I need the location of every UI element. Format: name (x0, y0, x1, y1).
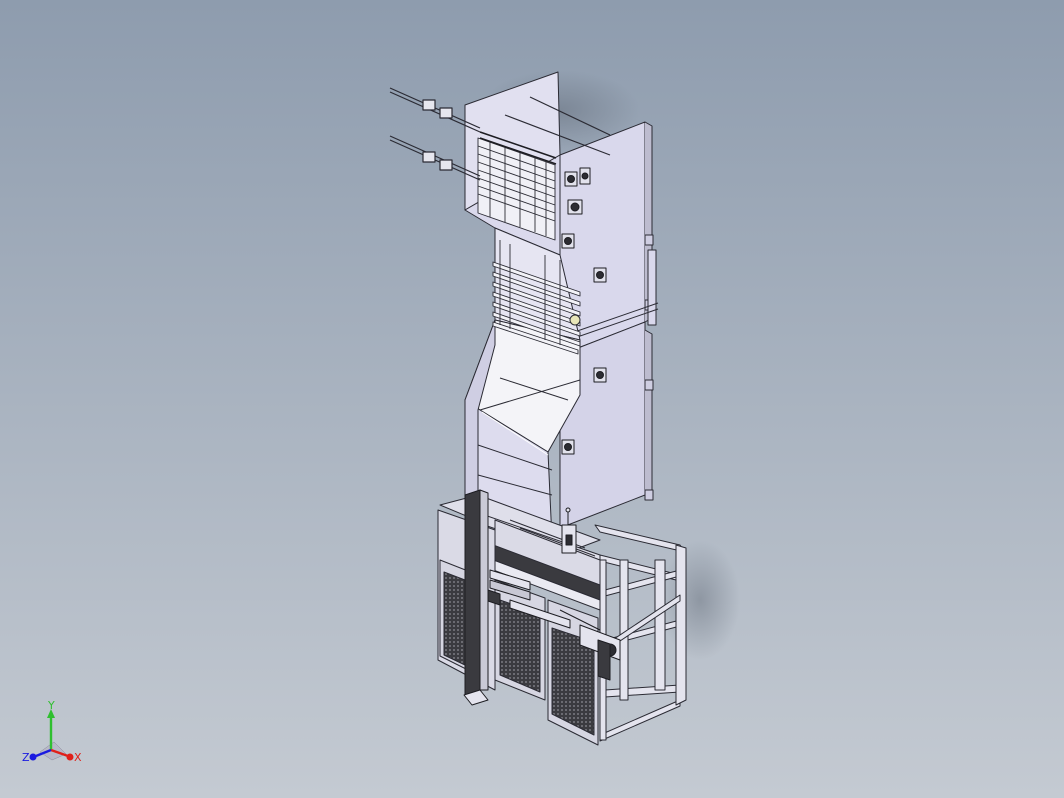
3d-model[interactable] (0, 0, 1064, 798)
x-axis-arrow-icon (66, 753, 74, 761)
z-axis-label: Z (22, 751, 30, 764)
side-bracket-1 (644, 234, 654, 246)
x-axis-label: X (74, 751, 82, 764)
y-axis-label: Y (47, 700, 55, 712)
z-axis-arrow-icon (29, 753, 37, 761)
panel-flange-lower (644, 329, 653, 496)
side-rail (647, 249, 657, 326)
side-bracket-3 (644, 379, 654, 391)
round-indicator (569, 314, 581, 326)
vertical-column (463, 489, 489, 706)
orientation-triad[interactable]: Y X Z (18, 700, 88, 775)
cad-graphics-area[interactable]: Y X Z (0, 0, 1064, 798)
side-bracket-4 (644, 489, 654, 501)
